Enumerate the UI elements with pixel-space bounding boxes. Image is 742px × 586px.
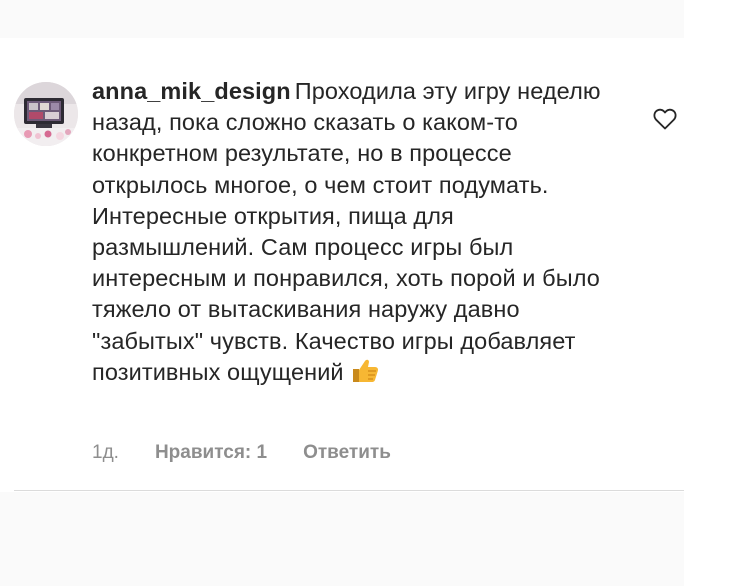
comment-message: Проходила эту игру неделю назад, пока сл… <box>92 78 601 385</box>
likes-count-button[interactable]: Нравится: 1 <box>155 442 267 464</box>
avatar-image <box>14 82 78 146</box>
previous-comment-area <box>0 0 684 38</box>
right-margin <box>684 0 742 586</box>
comment-meta: 1д. Нравится: 1 Ответить <box>92 442 391 464</box>
next-comment-area <box>0 492 684 586</box>
divider <box>14 490 684 491</box>
comment-age: 1д. <box>92 442 119 463</box>
username-link[interactable]: anna_mik_design <box>92 78 291 104</box>
reply-button[interactable]: Ответить <box>303 442 391 464</box>
comment-text: anna_mik_design Проходила эту игру неделю… <box>92 76 612 392</box>
comment-screen: anna_mik_design Проходила эту игру неделю… <box>0 0 742 586</box>
heart-outline-icon[interactable] <box>652 107 678 131</box>
avatar[interactable] <box>14 82 78 146</box>
thumbs-up-icon <box>350 358 380 392</box>
